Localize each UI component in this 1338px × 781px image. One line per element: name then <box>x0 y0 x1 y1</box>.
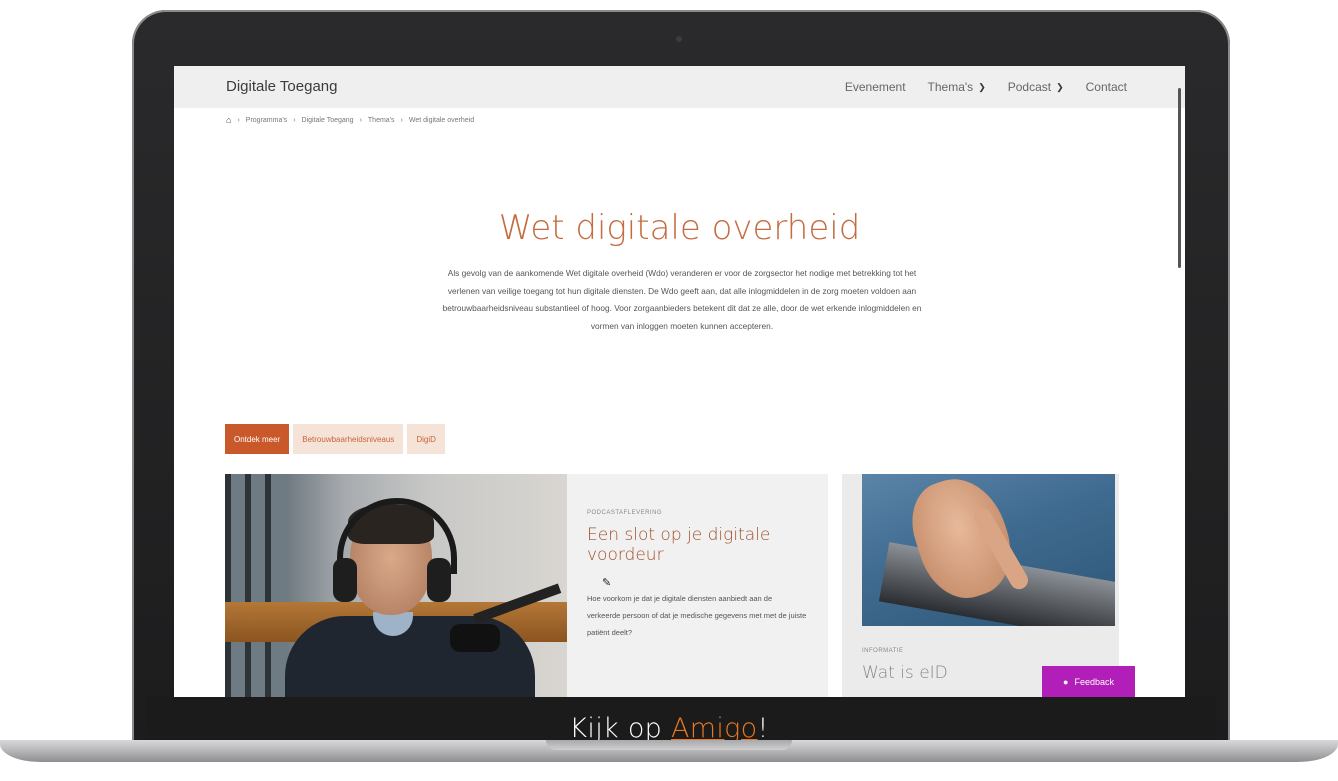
page-intro: Als gevolg van de aankomende Wet digital… <box>442 268 922 331</box>
tab-ontdek-meer[interactable]: Ontdek meer <box>225 424 290 454</box>
card-title[interactable]: Een slot op je digitale voordeur <box>587 525 807 565</box>
lightbulb-icon: ● <box>1063 677 1069 687</box>
nav-label: Contact <box>1085 80 1127 94</box>
podcast-photo <box>225 474 567 697</box>
chevron-down-icon: ❯ <box>978 81 986 92</box>
page-title: Wet digitale overheid <box>498 208 861 248</box>
card-title[interactable]: Wat is eID <box>862 663 948 683</box>
card-description: Hoe voorkom je dat je digitale diensten … <box>587 594 807 637</box>
breadcrumb-separator: › <box>400 116 403 124</box>
breadcrumb-item[interactable]: Programma's <box>246 117 287 124</box>
mouse-cursor-icon: ✎ <box>602 577 612 589</box>
site-header: Digitale Toegang Evenement Thema's ❯ Podc… <box>174 66 1185 108</box>
tab-digid[interactable]: DigiD <box>407 424 445 454</box>
tablet-photo <box>862 474 1115 626</box>
browser-screen: Digitale Toegang Evenement Thema's ❯ Podc… <box>174 66 1185 697</box>
card-label: PODCASTAFLEVERING <box>587 510 663 516</box>
headphone-earcup <box>427 558 451 602</box>
tab-bar: Ontdek meer Betrouwbaarheidsniveaus Digi… <box>225 424 445 454</box>
tab-betrouwbaarheidsniveaus[interactable]: Betrouwbaarheidsniveaus <box>293 424 404 454</box>
nav-item-themas[interactable]: Thema's ❯ <box>928 80 986 94</box>
podcast-card[interactable]: PODCASTAFLEVERING Een slot op je digital… <box>225 474 828 697</box>
laptop-notch <box>546 740 792 750</box>
nav-item-contact[interactable]: Contact <box>1086 80 1127 94</box>
info-card[interactable]: INFORMATIE Wat is eID <box>842 474 1119 697</box>
chevron-down-icon: ❯ <box>1056 81 1064 92</box>
nav-item-podcast[interactable]: Podcast ❯ <box>1008 80 1064 94</box>
nav-label: Podcast <box>1007 80 1052 94</box>
microphone-icon <box>450 624 500 652</box>
breadcrumb-separator: › <box>359 116 362 124</box>
photo-window <box>225 474 285 697</box>
card-label: INFORMATIE <box>862 648 904 654</box>
main-navigation: Evenement Thema's ❯ Podcast ❯ Contact <box>845 80 1127 94</box>
nav-item-evenement[interactable]: Evenement <box>845 80 906 94</box>
feedback-button[interactable]: ● Feedback <box>1042 666 1135 697</box>
nav-label: Thema's <box>927 80 974 94</box>
webcam-icon <box>676 36 682 42</box>
home-icon[interactable]: ⌂ <box>226 115 231 125</box>
breadcrumb: ⌂ › Programma's › Digitale Toegang › The… <box>226 115 474 125</box>
nav-label: Evenement <box>844 80 906 94</box>
breadcrumb-current: Wet digitale overheid <box>408 116 475 124</box>
breadcrumb-item[interactable]: Digitale Toegang <box>302 117 354 124</box>
breadcrumb-item[interactable]: Thema's <box>368 117 395 124</box>
breadcrumb-separator: › <box>293 116 296 124</box>
feedback-label: Feedback <box>1074 677 1114 687</box>
breadcrumb-separator: › <box>237 116 240 124</box>
site-logo-text[interactable]: Digitale Toegang <box>226 78 337 95</box>
headphone-earcup <box>333 558 357 602</box>
